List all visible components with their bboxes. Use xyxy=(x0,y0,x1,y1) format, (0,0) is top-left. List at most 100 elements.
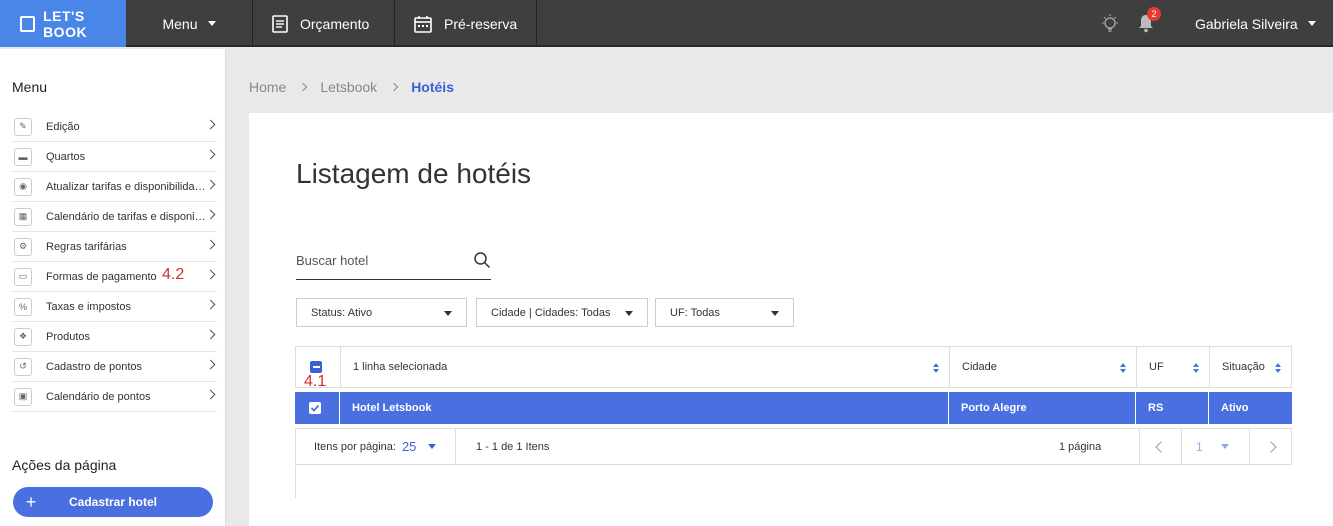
user-menu[interactable]: Gabriela Silveira xyxy=(1195,0,1316,47)
bed-icon: ▬ xyxy=(14,147,32,166)
page-actions-title: Ações da página xyxy=(12,457,117,473)
pagination-range: 1 - 1 de 1 Itens xyxy=(476,440,550,453)
sidebar-item-cadastro-pontos[interactable]: ↺ Cadastro de pontos xyxy=(12,352,217,382)
pagination: Itens por página: 25 1 - 1 de 1 Itens 1 … xyxy=(295,428,1292,465)
percent-icon: % xyxy=(14,297,32,316)
chevron-right-icon xyxy=(205,239,216,250)
column-header-label: UF xyxy=(1149,361,1164,373)
filter-cidade[interactable]: Cidade | Cidades: Todas xyxy=(476,298,648,327)
column-header-situacao[interactable]: Situação xyxy=(1210,347,1291,387)
document-icon xyxy=(272,14,288,33)
sidebar-item-label: Atualizar tarifas e disponibilidade xyxy=(46,180,206,193)
chevron-right-icon xyxy=(205,209,216,220)
chevron-right-icon xyxy=(205,389,216,400)
table-header: 4.1 1 linha selecionada Cidade UF Situaç… xyxy=(295,346,1292,390)
logo-icon xyxy=(20,15,36,32)
pagination-page-count: 1 página xyxy=(1059,440,1102,453)
top-bar: LET'S BOOK Menu Orçamento Pré-reserva 2 … xyxy=(0,0,1333,47)
divider xyxy=(295,466,296,498)
lightbulb-icon[interactable] xyxy=(1100,13,1120,35)
chevron-right-icon xyxy=(205,359,216,370)
sidebar-item-label: Cadastro de pontos xyxy=(46,360,143,373)
nav-orcamento-label: Orçamento xyxy=(300,15,370,32)
refresh-icon: ◉ xyxy=(14,177,32,196)
breadcrumb-home[interactable]: Home xyxy=(249,79,286,95)
breadcrumb-current: Hotéis xyxy=(411,79,454,95)
hotels-table: 4.1 1 linha selecionada Cidade UF Situaç… xyxy=(295,346,1292,424)
sidebar-item-label: Calendário de tarifas e disponibilidade xyxy=(46,210,206,223)
notification-badge: 2 xyxy=(1147,7,1161,21)
items-per-page-label: Itens por página: xyxy=(314,440,396,453)
caret-down-icon xyxy=(1220,444,1229,449)
filter-uf-label: UF: Todas xyxy=(670,306,720,319)
column-header-uf[interactable]: UF xyxy=(1137,347,1210,387)
caret-down-icon xyxy=(444,311,452,316)
sidebar-item-regras-tarifarias[interactable]: ⚙ Regras tarifárias xyxy=(12,232,217,262)
sidebar-item-label: Regras tarifárias xyxy=(46,240,127,253)
sidebar-title: Menu xyxy=(12,79,48,95)
products-icon: ❖ xyxy=(14,327,32,346)
logo[interactable]: LET'S BOOK xyxy=(0,0,126,47)
cell-uf: RS xyxy=(1136,392,1209,424)
nav-orcamento[interactable]: Orçamento xyxy=(254,0,395,47)
chevron-right-icon xyxy=(205,119,216,130)
calendar-small-icon: ▣ xyxy=(14,387,32,406)
nav-pre-reserva[interactable]: Pré-reserva xyxy=(396,0,537,47)
caret-down-icon xyxy=(428,444,437,449)
cell-city: Porto Alegre xyxy=(949,392,1136,424)
items-per-page[interactable]: Itens por página: 25 xyxy=(296,429,456,464)
user-name: Gabriela Silveira xyxy=(1195,15,1298,32)
row-checkbox-cell xyxy=(295,392,340,424)
sidebar-item-quartos[interactable]: ▬ Quartos xyxy=(12,142,217,172)
sidebar-item-formas-pagamento[interactable]: ▭ Formas de pagamento 4.2 xyxy=(12,262,217,292)
history-icon: ↺ xyxy=(14,357,32,376)
chevron-right-icon xyxy=(1264,440,1277,453)
filter-uf[interactable]: UF: Todas xyxy=(655,298,794,327)
header-checkbox-cell: 4.1 xyxy=(296,347,341,390)
sidebar-item-produtos[interactable]: ❖ Produtos xyxy=(12,322,217,352)
page-title: Listagem de hotéis xyxy=(296,158,532,189)
sidebar-item-taxas-impostos[interactable]: % Taxas e impostos xyxy=(12,292,217,322)
filter-status-label: Status: Ativo xyxy=(311,306,373,319)
items-per-page-value: 25 xyxy=(401,439,417,454)
chevron-left-icon xyxy=(1154,440,1167,453)
chevron-right-icon xyxy=(205,179,216,190)
current-page-value: 1 xyxy=(1196,439,1203,454)
search-icon[interactable] xyxy=(473,251,491,269)
sidebar-item-label: Calendário de pontos xyxy=(46,390,151,403)
sidebar-item-label: Taxas e impostos xyxy=(46,300,131,313)
table-row[interactable]: Hotel Letsbook Porto Alegre RS Ativo xyxy=(295,392,1292,424)
grid-icon: ▦ xyxy=(14,207,32,226)
sidebar-item-label: Edição xyxy=(46,120,80,133)
filter-status[interactable]: Status: Ativo xyxy=(296,298,467,327)
chevron-right-icon xyxy=(205,149,216,160)
previous-page-button[interactable] xyxy=(1139,429,1181,464)
sidebar-item-calendario-tarifas[interactable]: ▦ Calendário de tarifas e disponibilidad… xyxy=(12,202,217,232)
annotation-label: 4.2 xyxy=(162,266,185,283)
add-hotel-button[interactable]: + Cadastrar hotel xyxy=(13,487,213,517)
logo-text: LET'S BOOK xyxy=(43,7,88,40)
breadcrumb-letsbook[interactable]: Letsbook xyxy=(320,79,377,95)
plus-icon: + xyxy=(25,491,37,512)
chevron-right-icon xyxy=(389,82,399,92)
chevron-right-icon xyxy=(205,269,216,280)
add-hotel-label: Cadastrar hotel xyxy=(68,495,158,509)
search-input[interactable] xyxy=(296,247,461,273)
select-all-checkbox[interactable] xyxy=(310,361,322,373)
check-icon xyxy=(310,404,320,412)
menu-label: Menu xyxy=(162,15,198,32)
sidebar-list: ✎ Edição ▬ Quartos ◉ Atualizar tarifas e… xyxy=(12,112,217,412)
column-header-label: Cidade xyxy=(962,361,997,373)
caret-down-icon xyxy=(1307,21,1316,26)
sidebar-item-calendario-pontos[interactable]: ▣ Calendário de pontos xyxy=(12,382,217,412)
row-checkbox[interactable] xyxy=(309,402,321,414)
column-header-name[interactable]: 1 linha selecionada xyxy=(341,347,950,387)
menu-dropdown-button[interactable]: Menu xyxy=(126,0,253,47)
sidebar: Menu ✎ Edição ▬ Quartos ◉ Atualizar tari… xyxy=(0,49,226,526)
column-header-cidade[interactable]: Cidade xyxy=(950,347,1137,387)
sidebar-item-edicao[interactable]: ✎ Edição xyxy=(12,112,217,142)
sidebar-item-atualizar-tarifas[interactable]: ◉ Atualizar tarifas e disponibilidade xyxy=(12,172,217,202)
current-page-select[interactable]: 1 xyxy=(1181,429,1249,464)
next-page-button[interactable] xyxy=(1249,429,1291,464)
filter-cidade-label: Cidade | Cidades: Todas xyxy=(491,306,611,319)
